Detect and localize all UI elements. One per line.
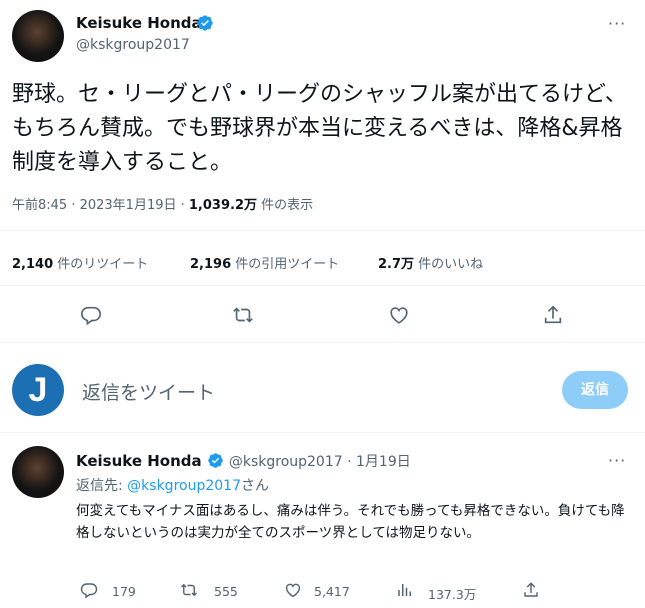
- retweets-label: 件のリツイート: [53, 257, 149, 272]
- divider: [0, 342, 645, 343]
- replying-to: 返信先: @kskgroup2017さん: [76, 475, 269, 495]
- quotes-label: 件の引用ツイート: [231, 257, 340, 272]
- likes-label: 件のいいね: [414, 257, 484, 272]
- tweet-text: 野球。セ・リーグとパ・リーグのシャッフル案が出てるけど、もちろん賛成。でも野球界…: [12, 82, 627, 175]
- quotes-stat[interactable]: 2,196 件の引用ツイート: [190, 253, 339, 272]
- verified-badge-icon: [207, 453, 223, 468]
- views-count: 137.3万: [428, 587, 477, 602]
- divider: [0, 230, 645, 231]
- retweet-icon[interactable]: [232, 304, 254, 326]
- reply-date[interactable]: 1月19日: [356, 454, 411, 470]
- retweet-count: 555: [214, 584, 238, 599]
- replying-to-prefix: 返信先:: [76, 478, 128, 494]
- separator-dot: ·: [342, 454, 357, 470]
- author-avatar[interactable]: [12, 10, 64, 62]
- reply-author-name[interactable]: Keisuke Honda: [76, 452, 202, 470]
- reply-author-handle[interactable]: @kskgroup2017: [229, 454, 343, 470]
- tweet-timestamp[interactable]: 午前8:45 · 2023年1月19日 ·: [12, 198, 189, 213]
- reply-button[interactable]: 返信: [562, 371, 628, 409]
- like-icon[interactable]: [388, 304, 410, 326]
- share-icon[interactable]: [522, 581, 540, 599]
- views-count: 1,039.2万: [188, 198, 257, 213]
- likes-stat[interactable]: 2.7万 件のいいね: [378, 253, 483, 272]
- more-options-icon[interactable]: ···: [608, 451, 626, 470]
- retweet-icon[interactable]: [180, 581, 198, 599]
- reply-input[interactable]: 返信をツイート: [82, 378, 215, 405]
- author-handle[interactable]: @kskgroup2017: [76, 37, 190, 53]
- share-icon[interactable]: [542, 304, 564, 326]
- reply-text: 何変えてもマイナス面はあるし、痛みは伴う。それでも勝っても昇格できない。負けても…: [76, 503, 625, 541]
- reply-count: 179: [112, 584, 136, 599]
- likes-count: 2.7万: [378, 257, 415, 272]
- verified-badge-icon: [197, 15, 213, 31]
- views-chart-icon[interactable]: [396, 581, 414, 599]
- tweet-meta: 午前8:45 · 2023年1月19日 · 1,039.2万 件の表示: [12, 194, 313, 213]
- reply-header: Keisuke Honda @kskgroup2017 · 1月19日: [76, 451, 411, 471]
- quotes-count: 2,196: [190, 257, 232, 272]
- user-avatar[interactable]: J: [12, 364, 64, 416]
- reply-author-avatar[interactable]: [12, 446, 64, 498]
- divider: [0, 432, 645, 433]
- retweets-count: 2,140: [12, 257, 54, 272]
- divider: [0, 285, 645, 286]
- retweets-stat[interactable]: 2,140 件のリツイート: [12, 253, 148, 272]
- like-icon[interactable]: [284, 581, 302, 599]
- replying-to-suffix: さん: [240, 478, 269, 494]
- views-label: 件の表示: [257, 198, 314, 213]
- more-options-icon[interactable]: ···: [608, 14, 626, 33]
- author-name[interactable]: Keisuke Honda: [76, 14, 202, 32]
- reply-icon[interactable]: [80, 581, 98, 599]
- replying-to-handle[interactable]: @kskgroup2017: [127, 478, 241, 494]
- reply-icon[interactable]: [80, 304, 102, 326]
- like-count: 5,417: [314, 584, 350, 599]
